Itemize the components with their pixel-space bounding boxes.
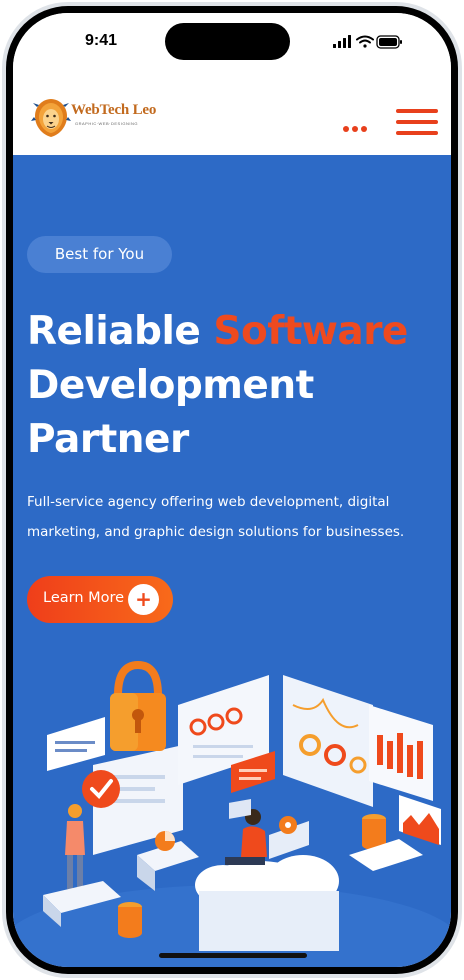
cloud-icon (195, 855, 339, 951)
graph-card (399, 795, 441, 845)
logo-tagline: GRAPHIC·WEB·DESIGNING (75, 121, 138, 126)
message-card (47, 717, 105, 771)
dynamic-island (165, 23, 290, 60)
hero-section: Best for You Reliable Software Developmen… (13, 155, 451, 967)
logo-name: WebTech Leo (71, 102, 157, 118)
dot (352, 126, 358, 132)
hero-badge: Best for You (27, 236, 172, 273)
hero-title-part1: Reliable (27, 309, 214, 354)
logo[interactable]: WebTech Leo GRAPHIC·WEB·DESIGNING (31, 97, 161, 143)
hero-illustration (13, 660, 451, 967)
hamburger-menu-icon[interactable] (396, 109, 438, 135)
phone-frame: 9:41 WebTech Leo GRAPHIC·WEB·DESIGNING B… (0, 0, 464, 980)
checkmark-icon (82, 770, 120, 808)
person-with-laptop (225, 799, 267, 865)
status-icons (333, 35, 403, 49)
more-dots-icon[interactable] (343, 117, 373, 132)
site-header: WebTech Leo GRAPHIC·WEB·DESIGNING (13, 69, 451, 155)
hero-title: Reliable Software Development Partner (27, 305, 447, 467)
dot (361, 126, 367, 132)
wifi-icon (356, 35, 374, 48)
home-indicator[interactable] (159, 953, 307, 958)
hero-title-part2: Development Partner (27, 363, 314, 462)
learn-more-button[interactable]: Learn More + (27, 576, 173, 623)
chart-dashboard-panel (283, 675, 373, 807)
cellular-signal-icon (333, 35, 351, 48)
learn-more-label: Learn More (43, 590, 125, 606)
menu-bar (396, 131, 438, 135)
hero-description: Full-service agency offering web develop… (27, 494, 405, 540)
screen: 9:41 WebTech Leo GRAPHIC·WEB·DESIGNING B… (13, 13, 451, 967)
status-bar: 9:41 (13, 13, 451, 69)
hero-title-accent: Software (213, 309, 408, 354)
padlock-icon (110, 660, 166, 751)
dot (343, 126, 349, 132)
database-icon (118, 902, 142, 938)
status-time: 9:41 (85, 32, 118, 49)
gear-icon (269, 816, 309, 859)
menu-bar (396, 120, 438, 124)
bar-chart-icon (369, 705, 433, 801)
battery-icon (376, 35, 402, 49)
menu-bar (396, 109, 438, 113)
lion-icon (31, 99, 71, 137)
plus-icon: + (128, 584, 159, 615)
